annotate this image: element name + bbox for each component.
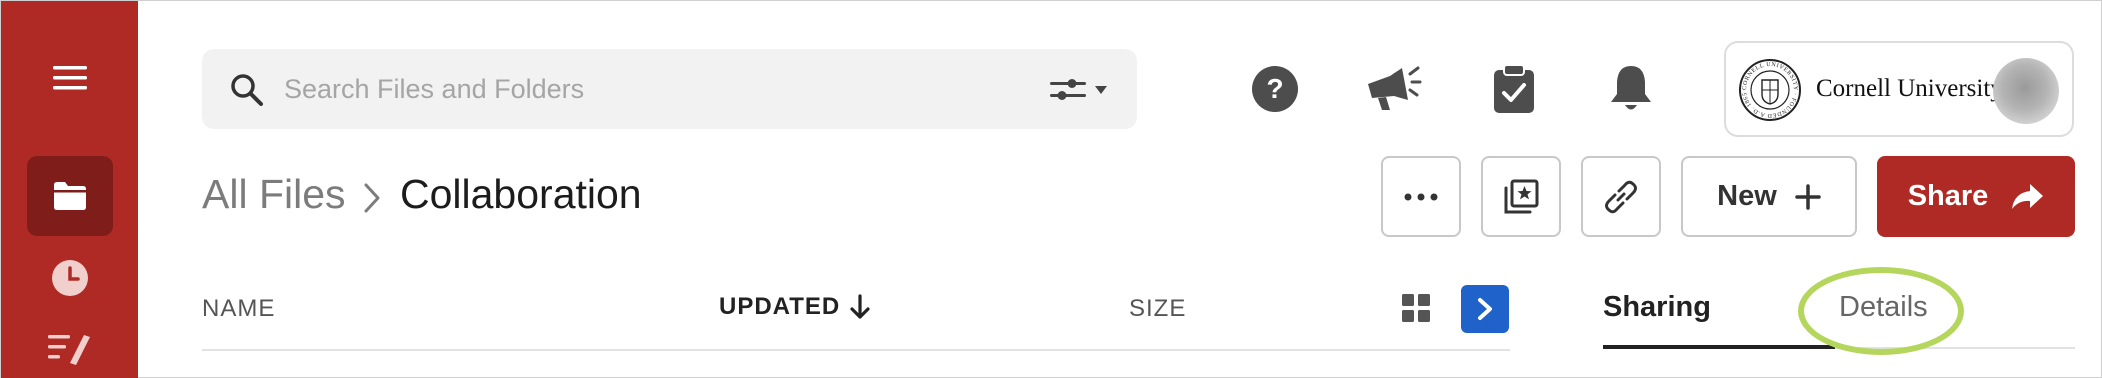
chevron-right-icon — [1478, 298, 1492, 320]
org-name: Cornell University — [1816, 75, 2003, 102]
grid-view-icon[interactable] — [1401, 293, 1431, 323]
column-header-size[interactable]: SIZE — [1129, 295, 1186, 323]
sidebar-item-notes[interactable] — [27, 331, 113, 378]
more-options-icon — [1404, 193, 1438, 200]
sidebar-item-files[interactable] — [27, 156, 113, 236]
search-input[interactable] — [284, 65, 984, 113]
svg-text:?: ? — [1266, 73, 1283, 104]
page-title: Collaboration — [400, 171, 642, 217]
column-header-updated-label: UPDATED — [719, 293, 841, 320]
column-header-updated[interactable]: UPDATED — [719, 293, 870, 321]
clock-icon — [52, 260, 88, 296]
more-options-button[interactable] — [1381, 156, 1461, 237]
folder-icon — [54, 182, 86, 210]
new-button-label: New — [1717, 180, 1777, 212]
search-filter-button[interactable] — [1050, 73, 1114, 107]
tasks-button[interactable] — [1484, 59, 1544, 119]
plus-icon — [1795, 183, 1821, 210]
sidebar-menu-button[interactable] — [27, 51, 113, 105]
announcements-icon — [1368, 66, 1422, 110]
add-to-collections-button[interactable] — [1481, 156, 1561, 237]
app-window: ? CORNELL — [0, 0, 2102, 378]
share-button-label: Share — [1907, 180, 1989, 212]
help-icon: ? — [1252, 66, 1298, 112]
help-button[interactable]: ? — [1245, 59, 1305, 119]
details-panel-toggle-button[interactable] — [1461, 285, 1509, 333]
cornell-seal-logo: CORNELL UNIVERSITY · FOUNDED A.D. 1865 — [1739, 59, 1801, 121]
breadcrumb-root-link[interactable]: All Files — [202, 171, 346, 218]
chevron-down-icon — [1095, 86, 1107, 94]
announcements-button[interactable] — [1363, 59, 1423, 119]
notifications-button[interactable] — [1601, 59, 1661, 119]
notifications-bell-icon — [1611, 66, 1651, 110]
active-tab-indicator — [1603, 345, 1835, 349]
tasks-clipboard-icon — [1494, 64, 1534, 113]
sliders-filter-icon — [1050, 79, 1086, 100]
hamburger-menu-icon[interactable] — [53, 65, 87, 91]
share-arrow-icon — [2012, 183, 2044, 209]
copy-link-icon — [1605, 180, 1637, 213]
notes-pen-icon — [48, 335, 90, 365]
avatar[interactable] — [1993, 58, 2059, 124]
column-header-name[interactable]: NAME — [202, 295, 275, 323]
tab-sharing[interactable]: Sharing — [1603, 291, 1711, 324]
sidebar — [1, 1, 138, 378]
share-button[interactable]: Share — [1877, 156, 2075, 237]
account-switcher[interactable]: CORNELL UNIVERSITY · FOUNDED A.D. 1865 C… — [1724, 41, 2074, 137]
sidebar-item-recents[interactable] — [27, 251, 113, 305]
search-bar — [202, 49, 1137, 129]
new-button[interactable]: New — [1681, 156, 1857, 237]
chevron-right-icon — [364, 183, 380, 213]
add-to-collections-icon — [1504, 179, 1539, 213]
list-header-divider — [202, 349, 1510, 351]
arrow-down-icon — [850, 294, 870, 319]
search-icon — [231, 74, 263, 106]
tab-details[interactable]: Details — [1839, 291, 1928, 324]
copy-link-button[interactable] — [1581, 156, 1661, 237]
